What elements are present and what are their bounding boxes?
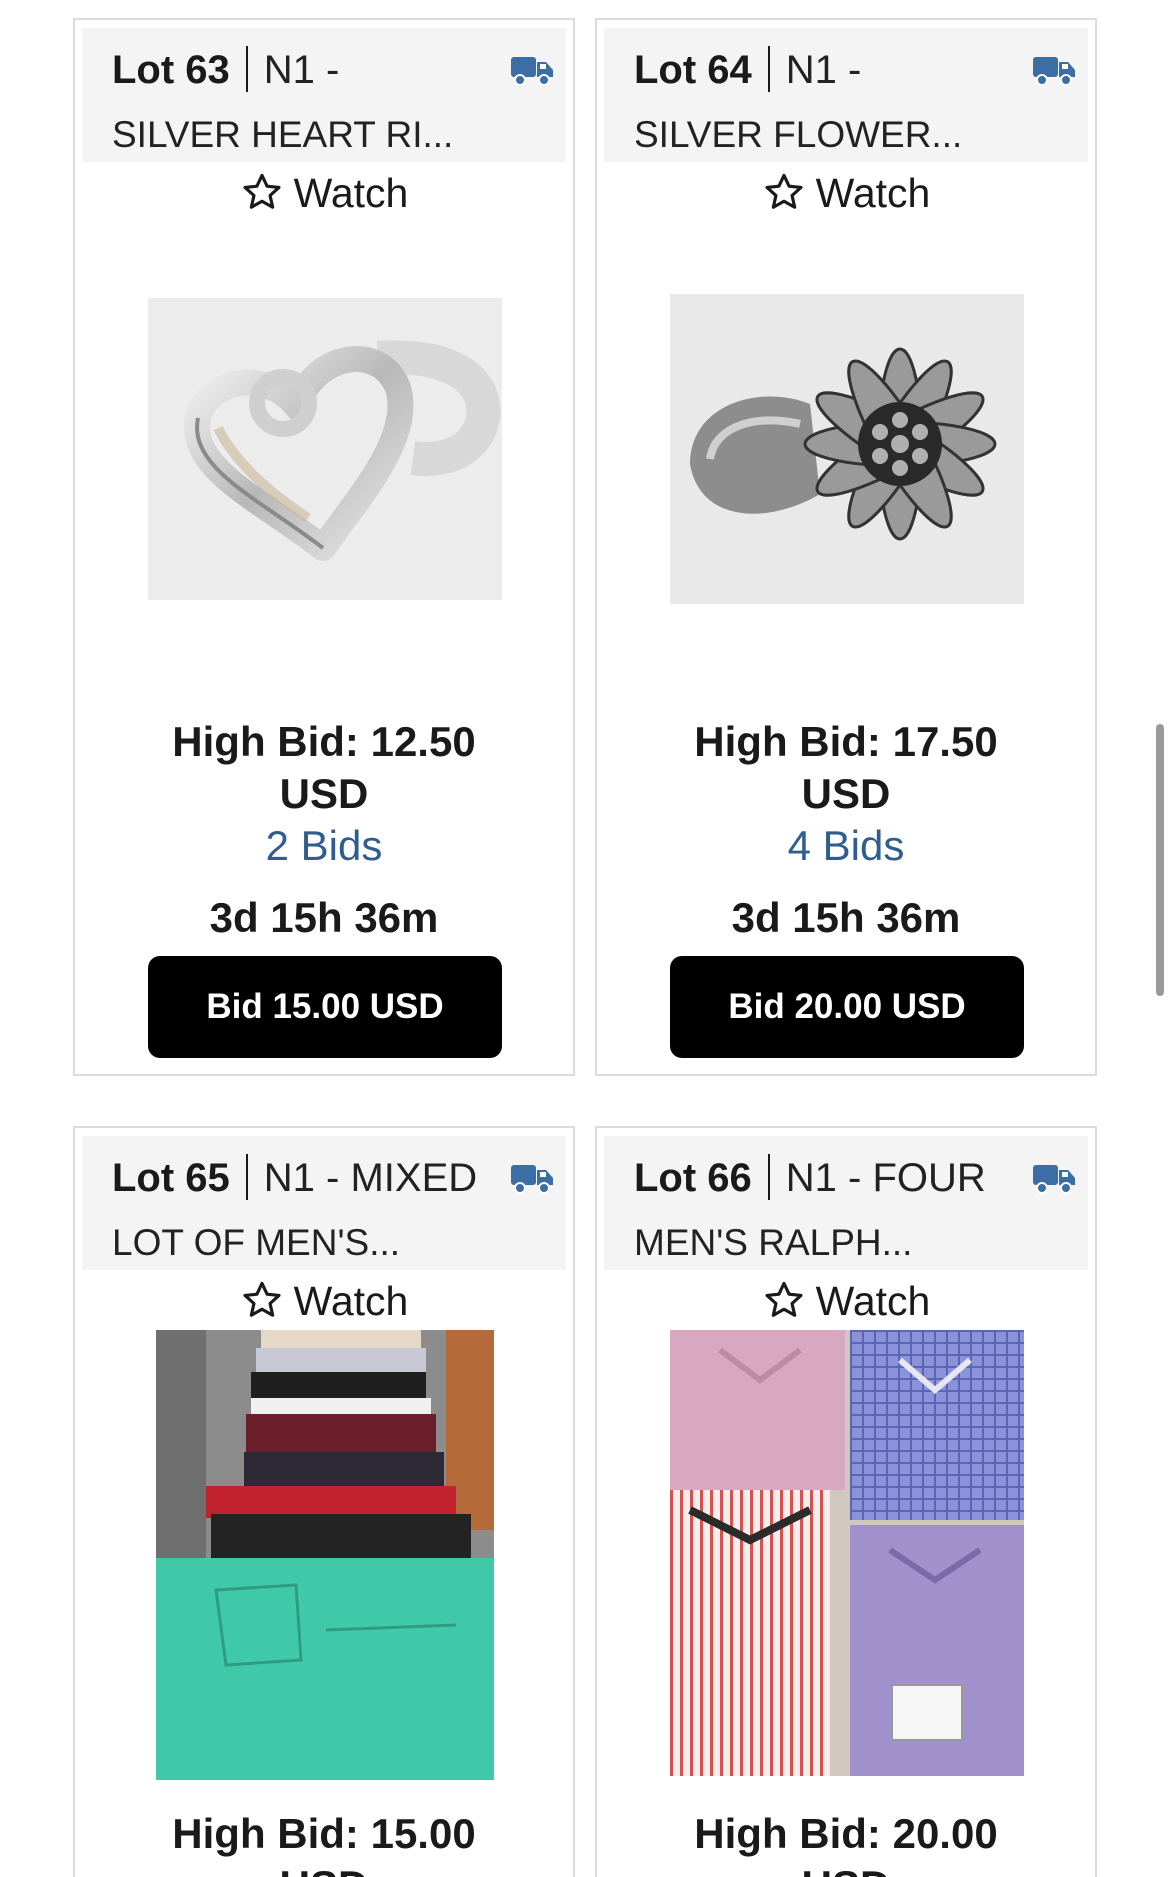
watch-button[interactable]: Watch [75, 1276, 573, 1326]
watch-label: Watch [815, 170, 931, 216]
lot-number: Lot 66 [634, 1156, 752, 1200]
lot-number: Lot 63 [112, 48, 230, 92]
lot-card[interactable]: Lot 64 N1 - SILVER FLOWER... Watch High … [595, 18, 1097, 1076]
lot-title-line2[interactable]: SILVER FLOWER... [634, 112, 962, 158]
truck-icon [511, 57, 553, 86]
high-bid-currency: USD [279, 770, 369, 817]
lot-number: Lot 65 [112, 1156, 230, 1200]
lot-header[interactable]: Lot 66 N1 - FOUR MEN'S RALPH... [604, 1136, 1088, 1270]
truck-icon [1033, 1165, 1075, 1194]
lot-title: N1 - [263, 48, 340, 92]
lot-title: N1 - MIXED [263, 1156, 478, 1200]
watch-button[interactable]: Watch [75, 168, 573, 218]
high-bid: High Bid: 17.50 USD [597, 716, 1095, 820]
high-bid-amount: High Bid: 12.50 [172, 718, 476, 765]
lot-title-line1[interactable]: Lot 64 N1 - [634, 46, 861, 94]
watch-button[interactable]: Watch [597, 168, 1095, 218]
star-outline-icon [243, 173, 281, 209]
high-bid: High Bid: 20.00 USD [597, 1808, 1095, 1877]
high-bid-currency: USD [597, 1860, 1095, 1877]
separator [767, 1154, 770, 1200]
lot-card[interactable]: Lot 63 N1 - SILVER HEART RI... Watch Hig… [73, 18, 575, 1076]
flower-ring-image [670, 294, 1024, 604]
lot-title-line2[interactable]: MEN'S RALPH... [634, 1220, 912, 1266]
lot-image[interactable] [156, 1330, 494, 1780]
lot-image[interactable] [670, 294, 1024, 604]
lot-title-line2[interactable]: SILVER HEART RI... [112, 112, 453, 158]
lot-title: N1 - [785, 48, 862, 92]
clothing-pile-image [156, 1330, 494, 1780]
high-bid-amount: High Bid: 20.00 [694, 1810, 998, 1857]
lot-image[interactable] [670, 1330, 1024, 1776]
high-bid-currency: USD [801, 770, 891, 817]
lot-title: N1 - FOUR [785, 1156, 986, 1200]
lot-card[interactable]: Lot 65 N1 - MIXED LOT OF MEN'S... Watch [73, 1126, 575, 1877]
lot-title-line1[interactable]: Lot 63 N1 - [112, 46, 339, 94]
watch-label: Watch [293, 170, 409, 216]
bid-button[interactable]: Bid 20.00 USD [670, 956, 1024, 1058]
high-bid: High Bid: 12.50 USD [75, 716, 573, 820]
watch-label: Watch [815, 1278, 931, 1324]
high-bid: High Bid: 15.00 USD [75, 1808, 573, 1877]
truck-icon [511, 1165, 553, 1194]
lot-image[interactable] [148, 298, 502, 600]
star-outline-icon [243, 1281, 281, 1317]
high-bid-currency: USD [75, 1860, 573, 1877]
heart-ring-image [148, 298, 502, 600]
separator [245, 1154, 248, 1200]
separator [245, 46, 248, 92]
scrollbar[interactable] [1156, 724, 1164, 996]
separator [767, 46, 770, 92]
time-remaining: 3d 15h 36m [209, 894, 439, 941]
lot-title-line2[interactable]: LOT OF MEN'S... [112, 1220, 400, 1266]
lot-title-line1[interactable]: Lot 66 N1 - FOUR [634, 1154, 986, 1202]
star-outline-icon [765, 173, 803, 209]
truck-icon [1033, 57, 1075, 86]
lot-header[interactable]: Lot 63 N1 - SILVER HEART RI... [82, 28, 566, 162]
lot-card[interactable]: Lot 66 N1 - FOUR MEN'S RALPH... Watch Hi… [595, 1126, 1097, 1877]
watch-button[interactable]: Watch [597, 1276, 1095, 1326]
bid-count-link[interactable]: 4 Bids [597, 820, 1095, 872]
lot-header[interactable]: Lot 65 N1 - MIXED LOT OF MEN'S... [82, 1136, 566, 1270]
time-remaining: 3d 15h 36m [731, 894, 961, 941]
high-bid-amount: High Bid: 17.50 [694, 718, 998, 765]
star-outline-icon [765, 1281, 803, 1317]
lot-title-line1[interactable]: Lot 65 N1 - MIXED [112, 1154, 477, 1202]
lot-number: Lot 64 [634, 48, 752, 92]
watch-label: Watch [293, 1278, 409, 1324]
high-bid-amount: High Bid: 15.00 [172, 1810, 476, 1857]
bid-count-link[interactable]: 2 Bids [75, 820, 573, 872]
lot-header[interactable]: Lot 64 N1 - SILVER FLOWER... [604, 28, 1088, 162]
shirts-image [670, 1330, 1024, 1776]
bid-button[interactable]: Bid 15.00 USD [148, 956, 502, 1058]
